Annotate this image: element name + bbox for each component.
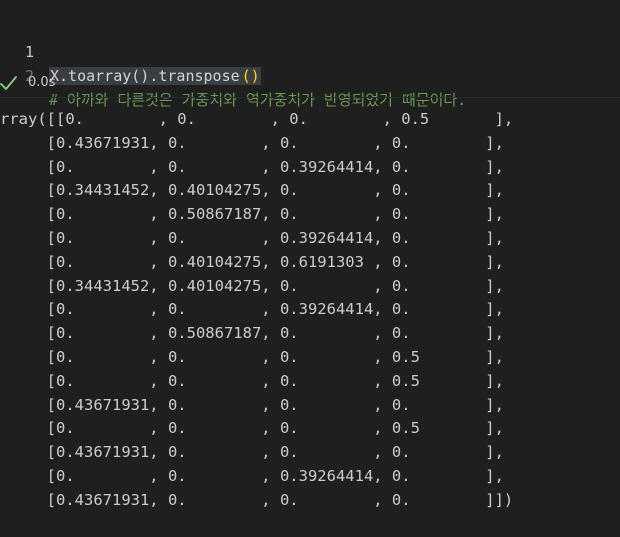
cell-output: rray([[0. , 0. , 0. , 0.5 ], [0.43671931… — [0, 107, 620, 527]
output-line: [0.43671931, 0. , 0. , 0. ], — [0, 443, 504, 462]
check-icon — [0, 75, 18, 91]
output-line: [0. , 0.50867187, 0. , 0. ], — [0, 205, 504, 224]
code-editor[interactable]: 1 X.toarray().transpose() 2 # 아까와 다른것은 가… — [0, 0, 620, 109]
output-line: [0.43671931, 0. , 0. , 0. ], — [0, 133, 504, 152]
output-line: [0. , 0. , 0. , 0.5 ], — [0, 348, 504, 366]
output-line: [0.43671931, 0. , 0. , 0. ]]) — [0, 490, 514, 509]
output-line: [0. , 0.50867187, 0. , 0. ], — [0, 324, 504, 343]
execution-time: 0.0s — [28, 75, 56, 90]
notebook-cell: 1 X.toarray().transpose() 2 # 아까와 다른것은 가… — [0, 0, 620, 537]
output-line: [0. , 0. , 0.39264414, 0. ], — [0, 467, 504, 485]
output-divider — [0, 97, 620, 98]
output-line: [0. , 0. , 0.39264414, 0. ], — [0, 157, 504, 176]
output-line: [0.34431452, 0.40104275, 0. , 0. ], — [0, 181, 504, 200]
output-line: [0.34431452, 0.40104275, 0. , 0. ], — [0, 276, 504, 295]
output-line: [0.43671931, 0. , 0. , 0. ], — [0, 395, 504, 414]
output-line: [0. , 0.40104275, 0.6191303 , 0. ], — [0, 252, 504, 271]
execution-status: 0.0s — [0, 71, 620, 95]
output-line: rray([[0. , 0. , 0. , 0.5 ], — [0, 110, 514, 128]
code-line-2[interactable]: 2 # 아까와 다른것은 가중치와 역가중치가 반영되었기 때문이다. — [0, 40, 466, 109]
output-line: [0. , 0. , 0. , 0.5 ], — [0, 419, 504, 438]
code-line-1[interactable]: 1 X.toarray().transpose() — [0, 16, 261, 85]
output-line: [0. , 0. , 0. , 0.5 ], — [0, 371, 504, 390]
output-line: [0. , 0. , 0.39264414, 0. ], — [0, 300, 504, 319]
output-line: [0. , 0. , 0.39264414, 0. ], — [0, 229, 504, 247]
